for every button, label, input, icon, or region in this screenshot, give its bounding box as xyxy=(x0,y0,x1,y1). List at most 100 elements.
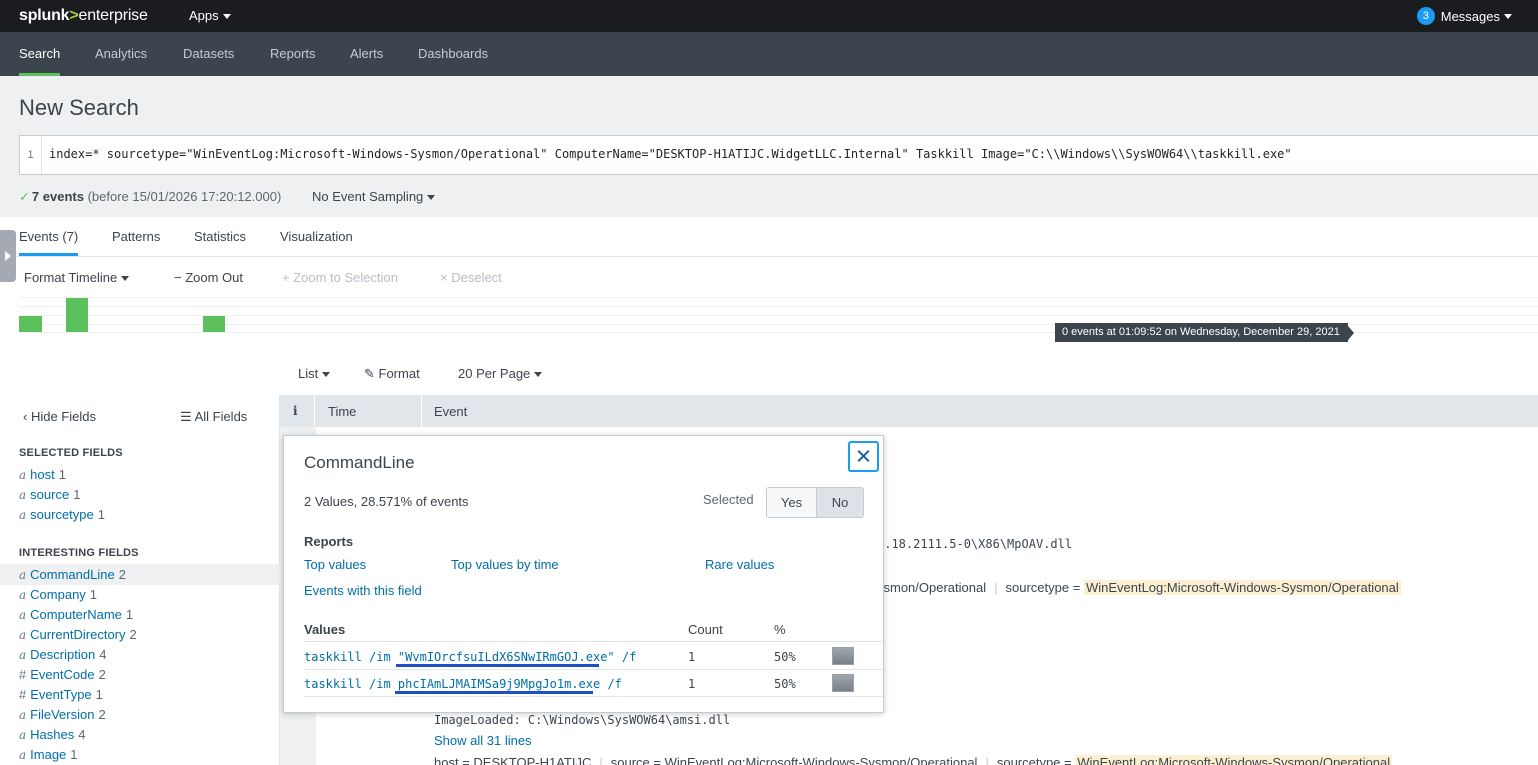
timeline-bar[interactable] xyxy=(203,316,225,332)
zoom-out-button[interactable]: − Zoom Out xyxy=(174,270,243,285)
pencil-icon: ✎ xyxy=(364,366,379,381)
value-row[interactable]: taskkill /im phcIAmLJMAIMSa9j9MpgJo1m.ex… xyxy=(304,677,622,691)
line-number: 1 xyxy=(20,136,42,174)
tab-events[interactable]: Events (7) xyxy=(19,229,79,256)
rare-values-link[interactable]: Rare values xyxy=(705,557,774,572)
field-company[interactable]: a Company 1 xyxy=(19,587,97,602)
event-fields-row: host = DESKTOP-H1ATIJC | source = WinEvent… xyxy=(434,755,1393,765)
search-query-text[interactable]: index=* sourcetype="WinEventLog:Microsof… xyxy=(49,147,1292,161)
field-commandline[interactable]: a CommandLine 2 xyxy=(0,564,280,585)
messages-count-badge: 3 xyxy=(1416,7,1435,25)
selected-label: Selected xyxy=(703,492,754,507)
divider xyxy=(304,669,883,670)
chevron-left-icon: ‹ xyxy=(23,409,31,424)
field-eventcode[interactable]: # EventCode 2 xyxy=(19,667,106,682)
job-status: ✓ 7 events (before 15/01/2026 17:20:12.00… xyxy=(19,189,282,204)
nav-tab-reports[interactable]: Reports xyxy=(270,32,316,76)
field-hashes[interactable]: a Hashes 4 xyxy=(19,727,85,742)
event-column-header: Event xyxy=(434,404,468,419)
value-count: 1 xyxy=(688,650,696,664)
time-column-header[interactable]: Time xyxy=(328,404,356,419)
percent-column-header: % xyxy=(774,622,786,637)
popup-title: CommandLine xyxy=(304,453,415,472)
chevron-down-icon xyxy=(222,14,231,20)
event-field-source: ysmon/Operational | sourcetype = WinEventL… xyxy=(877,580,1401,595)
list-icon: ☰ xyxy=(180,409,195,424)
field-separator: | xyxy=(994,580,998,595)
format-timeline-dropdown[interactable]: Format Timeline xyxy=(24,270,130,285)
search-query-editor[interactable]: 1 index=* sourcetype="WinEventLog:Micros… xyxy=(19,135,1538,175)
chevron-down-icon xyxy=(427,195,436,201)
column-divider xyxy=(314,395,315,427)
sourcetype-value[interactable]: WinEventLog:Microsoft-Windows-Sysmon/Ope… xyxy=(1083,580,1401,595)
field-eventtype[interactable]: # EventType 1 xyxy=(19,687,103,702)
apps-menu[interactable]: Apps xyxy=(189,8,231,23)
close-icon[interactable] xyxy=(848,441,879,472)
per-page-dropdown[interactable]: 20 Per Page xyxy=(458,366,543,381)
timeline-bar[interactable] xyxy=(19,316,42,332)
reports-label: Reports xyxy=(304,534,354,549)
minus-icon: − xyxy=(174,270,186,285)
result-tabs: Events (7) Patterns Statistics Visualiza… xyxy=(0,217,1538,257)
field-currentdirectory[interactable]: a CurrentDirectory 2 xyxy=(19,627,137,642)
selected-toggle: Yes No xyxy=(766,487,864,518)
tab-visualization[interactable]: Visualization xyxy=(280,229,353,244)
value-percent: 50% xyxy=(774,650,796,664)
field-fileversion[interactable]: a FileVersion 2 xyxy=(19,707,106,722)
tab-statistics[interactable]: Statistics xyxy=(194,229,246,244)
chevron-down-icon xyxy=(121,276,130,282)
chevron-right-icon xyxy=(5,251,11,261)
field-source[interactable]: a source 1 xyxy=(19,487,80,502)
field-separator: | xyxy=(985,755,989,765)
nav-tab-analytics[interactable]: Analytics xyxy=(95,32,147,76)
events-with-field-link[interactable]: Events with this field xyxy=(304,583,422,598)
selected-fields-header: SELECTED FIELDS xyxy=(19,447,123,459)
values-summary: 2 Values, 28.571% of events xyxy=(304,494,469,509)
event-text: ImageLoaded: C:\Windows\SysWOW64\amsi.dl… xyxy=(434,713,731,727)
tab-patterns[interactable]: Patterns xyxy=(112,229,160,244)
format-button[interactable]: ✎ Format xyxy=(364,366,420,382)
column-divider xyxy=(421,395,422,427)
deselect-button[interactable]: × Deselect xyxy=(440,270,502,285)
messages-menu[interactable]: 3 Messages xyxy=(1416,7,1512,25)
nav-tab-dashboards[interactable]: Dashboards xyxy=(418,32,488,76)
sidebar-toggle-handle[interactable] xyxy=(0,230,16,282)
timeline-gridline xyxy=(19,315,1538,316)
all-fields-button[interactable]: ☰ All Fields xyxy=(180,409,247,425)
field-image[interactable]: a Image 1 xyxy=(19,747,78,762)
field-description[interactable]: a Description 4 xyxy=(19,647,106,662)
list-view-dropdown[interactable]: List xyxy=(298,366,331,381)
timeline-gridline xyxy=(19,297,1538,298)
field-host[interactable]: a host 1 xyxy=(19,467,66,482)
check-icon: ✓ xyxy=(19,189,30,204)
field-sourcetype[interactable]: a sourcetype 1 xyxy=(19,507,105,522)
hide-fields-button[interactable]: ‹ Hide Fields xyxy=(23,409,96,424)
nav-tab-alerts[interactable]: Alerts xyxy=(350,32,383,76)
top-values-link[interactable]: Top values xyxy=(304,557,366,572)
plus-icon: + xyxy=(282,270,294,285)
timeline-gridline xyxy=(19,306,1538,307)
field-separator: | xyxy=(599,755,603,765)
selected-no-button[interactable]: No xyxy=(816,488,863,517)
top-values-by-time-link[interactable]: Top values by time xyxy=(451,557,559,572)
show-all-lines-link[interactable]: Show all 31 lines xyxy=(434,733,532,748)
divider xyxy=(304,641,883,642)
percent-bar xyxy=(832,674,854,692)
chevron-down-icon xyxy=(1504,13,1512,19)
nav-tab-datasets[interactable]: Datasets xyxy=(183,32,234,76)
annotation-underline xyxy=(396,664,599,667)
splunk-logo[interactable]: splunk>enterprise xyxy=(19,7,148,25)
annotation-underline xyxy=(395,691,593,694)
close-icon: × xyxy=(440,270,452,285)
field-computername[interactable]: a ComputerName 1 xyxy=(19,607,133,622)
global-header: splunk>enterprise Apps 3 Messages xyxy=(0,0,1538,32)
nav-tab-search[interactable]: Search xyxy=(19,32,61,76)
selected-yes-button[interactable]: Yes xyxy=(767,488,816,517)
zoom-to-selection-button[interactable]: + Zoom to Selection xyxy=(282,270,398,285)
values-column-header: Values xyxy=(304,622,346,637)
field-summary-popup: CommandLine 2 Values, 28.571% of events … xyxy=(283,435,884,713)
timeline-bar[interactable] xyxy=(66,298,88,332)
event-sampling-dropdown[interactable]: No Event Sampling xyxy=(312,189,436,204)
value-row[interactable]: taskkill /im "WvmIOrcfsuILdX6SNwIRmGOJ.e… xyxy=(304,650,636,664)
app-nav-bar: Search Analytics Datasets Reports Alerts… xyxy=(0,32,1538,76)
